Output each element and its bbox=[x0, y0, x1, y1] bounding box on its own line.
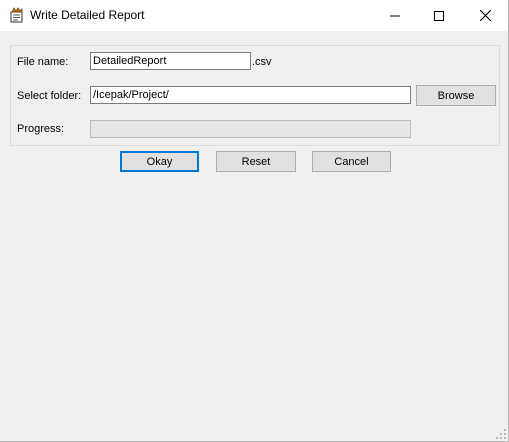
close-button[interactable] bbox=[462, 0, 508, 31]
app-icon bbox=[10, 7, 24, 23]
maximize-icon bbox=[434, 10, 444, 21]
file-name-label: File name: bbox=[17, 56, 69, 68]
progress-label: Progress: bbox=[17, 123, 65, 135]
file-extension-label: .csv bbox=[252, 56, 272, 68]
file-name-field[interactable]: DetailedReport bbox=[90, 52, 251, 70]
maximize-button[interactable] bbox=[416, 0, 462, 31]
okay-button[interactable]: Okay bbox=[120, 151, 199, 172]
progress-bar bbox=[90, 120, 411, 138]
cancel-button[interactable]: Cancel bbox=[312, 151, 391, 172]
dialog-client-area: File name: DetailedReport .csv Select fo… bbox=[0, 31, 508, 441]
folder-path-field[interactable]: /Icepak/Project/ bbox=[90, 86, 411, 104]
window-title: Write Detailed Report bbox=[30, 8, 145, 22]
resize-grip-icon[interactable] bbox=[495, 428, 507, 440]
reset-button[interactable]: Reset bbox=[216, 151, 296, 172]
dialog-window: Write Detailed Report File name: Detaile… bbox=[0, 0, 509, 442]
title-bar[interactable]: Write Detailed Report bbox=[0, 0, 508, 31]
select-folder-label: Select folder: bbox=[17, 90, 82, 102]
minimize-button[interactable] bbox=[372, 0, 418, 31]
close-icon bbox=[479, 10, 491, 21]
minimize-icon bbox=[390, 15, 400, 16]
browse-button[interactable]: Browse bbox=[416, 85, 496, 106]
